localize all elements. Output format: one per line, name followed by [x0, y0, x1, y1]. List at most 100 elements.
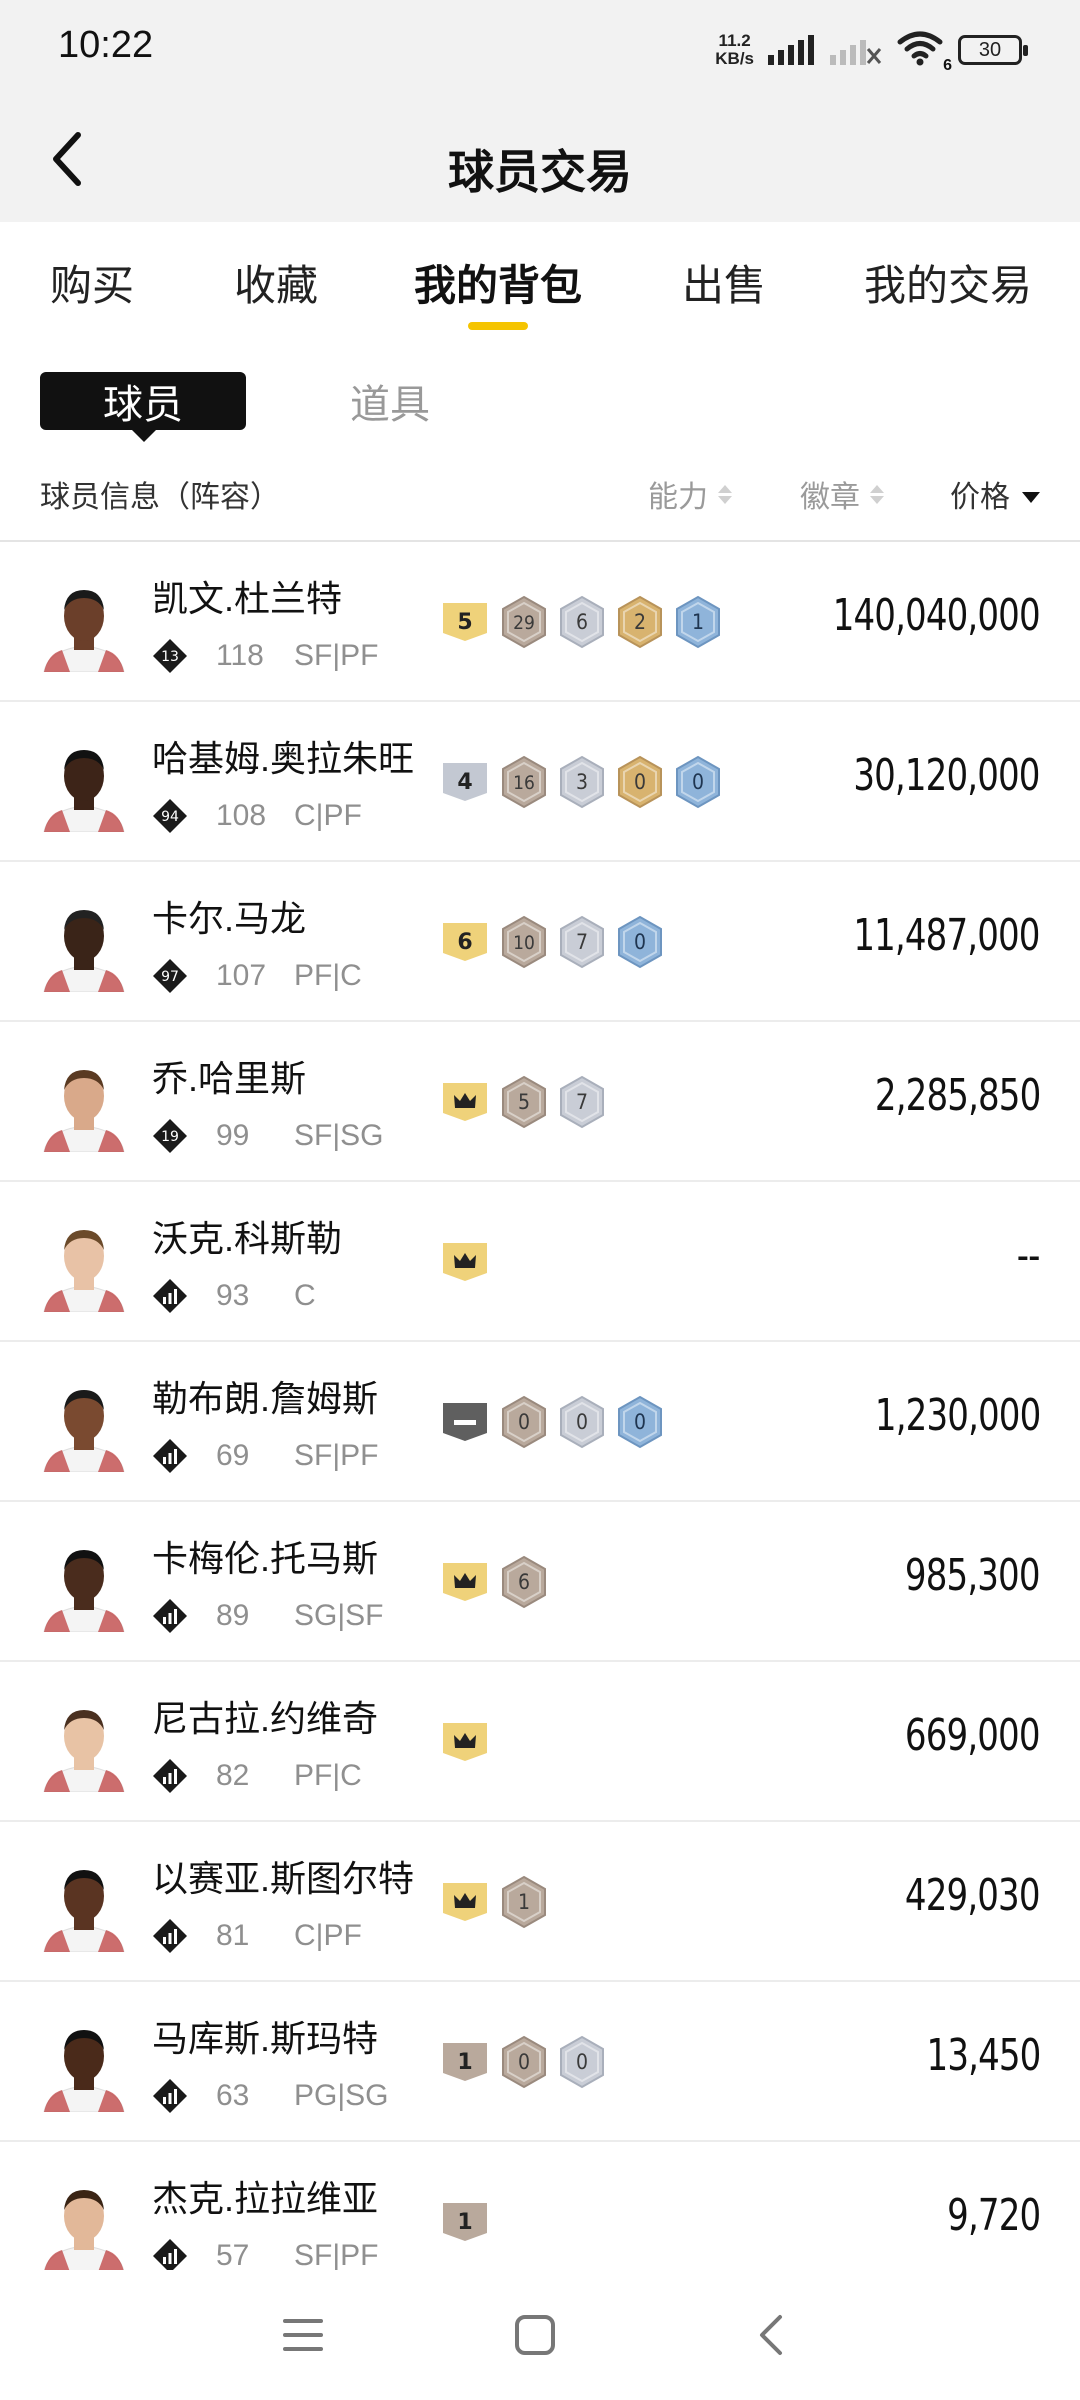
system-nav-bar — [0, 2270, 1080, 2400]
lineup-rank-icon: 19 — [153, 1119, 187, 1153]
page-title: 球员交易 — [448, 146, 632, 198]
tab-sell[interactable]: 出售 — [682, 252, 766, 313]
tab-favorites[interactable]: 收藏 — [234, 252, 318, 313]
player-avatar — [43, 2190, 125, 2273]
lineup-rank-icon: 97 — [153, 959, 187, 993]
badge-count: 0 — [518, 2050, 530, 2074]
player-row[interactable]: 尼古拉.约维奇 82 PF|C 669,000 — [0, 1662, 1080, 1822]
player-row[interactable]: 哈基姆.奥拉朱旺 94 108 C|PF 4 16 3 0 0 30,120,000 — [0, 702, 1080, 862]
player-row[interactable]: 勒布朗.詹姆斯 69 SF|PF 0 0 0 1,230,000 — [0, 1342, 1080, 1502]
home-button[interactable] — [500, 2300, 570, 2370]
badge-count: 2 — [634, 610, 646, 634]
player-position: SG|SF — [294, 1599, 384, 1632]
subtab-players[interactable]: 球员 — [40, 372, 246, 442]
player-price: 669,000 — [905, 1710, 1041, 1761]
player-avatar — [43, 910, 125, 993]
silver-badge-icon: 0 — [560, 2035, 604, 2089]
column-price-label: 价格 — [950, 481, 1010, 514]
badge-group: 1 — [440, 1874, 548, 1930]
column-badge-label: 徽章 — [800, 481, 860, 514]
nav-back-button[interactable] — [736, 2300, 806, 2370]
badge-count: 0 — [634, 930, 646, 954]
player-name: 尼古拉.约维奇 — [152, 1698, 379, 1739]
signal-icon — [768, 35, 814, 65]
player-row[interactable]: 以赛亚.斯图尔特 81 C|PF 1 429,030 — [0, 1822, 1080, 1982]
badge-count: 6 — [518, 1570, 530, 1594]
lineup-rank-number: 94 — [161, 809, 179, 825]
player-price: -- — [1017, 1230, 1041, 1281]
player-row[interactable]: 卡尔.马龙 97 107 PF|C 6 10 7 0 11,487,000 — [0, 862, 1080, 1022]
player-meta: 19 99 SF|SG — [152, 1116, 383, 1156]
tier-tag-value: 5 — [457, 610, 472, 635]
lineup-bars-icon — [153, 1599, 187, 1633]
bronze-badge-icon: 5 — [502, 1075, 546, 1129]
wifi-indicator: 6 — [896, 30, 952, 74]
player-row[interactable]: 乔.哈里斯 19 99 SF|SG 5 7 2,285,850 — [0, 1022, 1080, 1182]
bronze-badge-icon: 29 — [502, 595, 546, 649]
player-row[interactable]: 沃克.科斯勒 93 C -- — [0, 1182, 1080, 1342]
player-name: 卡尔.马龙 — [152, 898, 307, 939]
home-square-icon — [515, 2315, 555, 2355]
player-position: C|PF — [294, 1919, 362, 1952]
player-meta: 93 C — [152, 1276, 316, 1316]
player-row[interactable]: 马库斯.斯玛特 63 PG|SG 1 0 0 13,450 — [0, 1982, 1080, 2142]
player-name: 勒布朗.詹姆斯 — [152, 1378, 379, 1419]
player-avatar-wrap — [40, 1540, 128, 1633]
column-price-sort[interactable]: 价格 — [950, 472, 1040, 516]
player-avatar — [43, 1230, 125, 1313]
lineup-icon-wrap — [152, 1918, 188, 1954]
lineup-icon-wrap — [152, 2078, 188, 2114]
player-overall: 107 — [216, 959, 267, 992]
player-avatar-wrap — [40, 1220, 128, 1313]
player-overall: 99 — [216, 1119, 250, 1152]
player-avatar-wrap — [40, 2020, 128, 2113]
tab-buy[interactable]: 购买 — [50, 252, 134, 313]
player-overall: 108 — [216, 799, 267, 832]
player-avatar — [43, 590, 125, 673]
column-ability-sort[interactable]: 能力 — [648, 472, 732, 516]
player-price: 2,285,850 — [874, 1070, 1041, 1121]
tab-my-trades[interactable]: 我的交易 — [864, 252, 1032, 313]
lineup-bars-icon — [153, 1439, 187, 1473]
menu-button[interactable] — [268, 2300, 338, 2370]
column-badge-sort[interactable]: 徽章 — [800, 472, 884, 516]
player-position: C — [294, 1279, 316, 1312]
gold-badge-icon: 0 — [618, 755, 662, 809]
silver-badge-icon: 3 — [560, 755, 604, 809]
player-avatar-wrap — [40, 740, 128, 833]
player-price: 13,450 — [926, 2030, 1041, 2081]
silver-badge-icon: 0 — [560, 1395, 604, 1449]
lineup-icon-wrap — [152, 1598, 188, 1634]
tab-my-backpack[interactable]: 我的背包 — [414, 252, 582, 313]
player-overall: 89 — [216, 1599, 250, 1632]
player-row[interactable]: 凯文.杜兰特 13 118 SF|PF 5 29 6 2 1 140,040,000 — [0, 542, 1080, 702]
player-avatar — [43, 1070, 125, 1153]
player-price: 30,120,000 — [853, 750, 1041, 801]
badge-count: 3 — [576, 770, 588, 794]
lineup-rank-number: 13 — [161, 649, 179, 665]
tier-tag-value: 1 — [457, 2210, 472, 2235]
player-row[interactable]: 卡梅伦.托马斯 89 SG|SF 6 985,300 — [0, 1502, 1080, 1662]
lineup-rank-icon: 13 — [153, 639, 187, 673]
player-price: 985,300 — [905, 1550, 1041, 1601]
player-price: 9,720 — [946, 2190, 1041, 2241]
battery-level: 30 — [978, 38, 1002, 61]
network-speed: 11.2 KB/s — [715, 31, 754, 68]
subtab-items[interactable]: 道具 — [350, 372, 430, 430]
signal-no-service-icon — [830, 40, 882, 65]
player-name: 卡梅伦.托马斯 — [152, 1538, 379, 1579]
lineup-icon-wrap — [152, 1278, 188, 1314]
lineup-bars-icon — [153, 2079, 187, 2113]
lineup-bars-icon — [153, 1279, 187, 1313]
badge-group — [440, 1234, 490, 1290]
sort-desc-icon — [1022, 491, 1040, 503]
tier-tag-icon — [443, 1883, 487, 1921]
column-player-info: 球员信息（阵容） — [40, 481, 280, 514]
player-name: 杰克.拉拉维亚 — [152, 2178, 379, 2219]
lineup-icon-wrap — [152, 1758, 188, 1794]
player-meta: 69 SF|PF — [152, 1436, 378, 1476]
player-position: SF|PF — [294, 639, 379, 672]
legend-badge-icon: 0 — [618, 1395, 662, 1449]
sort-icon — [718, 484, 732, 504]
tier-tag-icon — [443, 1243, 487, 1281]
